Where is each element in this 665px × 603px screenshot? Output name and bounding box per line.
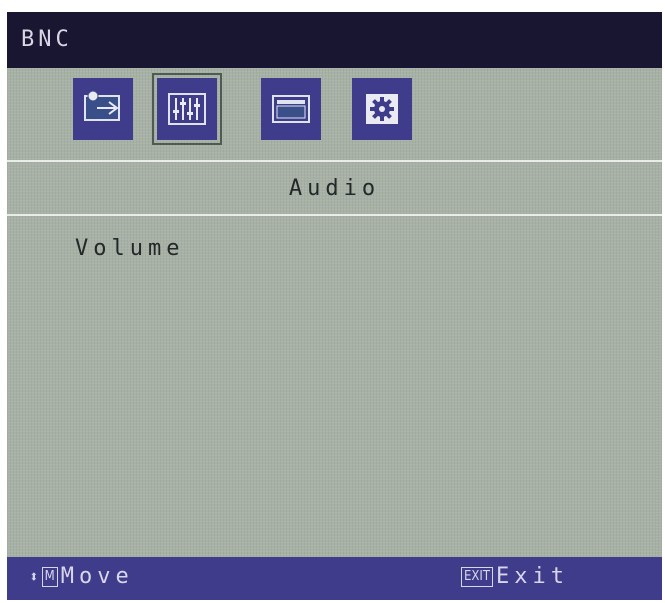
osd-menu: BNC Audio Volume ⬍ M Move EXIT Exit	[7, 12, 662, 600]
footer-exit-hint: EXIT Exit	[461, 564, 569, 589]
divider-top	[7, 160, 662, 162]
divider-bottom	[7, 214, 662, 216]
exit-label: Exit	[496, 564, 569, 589]
move-label: Move	[60, 564, 134, 589]
audio-equalizer-icon	[168, 93, 206, 125]
menu-item-volume[interactable]: Volume	[75, 236, 184, 261]
display-picture-icon	[272, 95, 310, 123]
footer-move-hint: ⬍ M Move	[29, 564, 134, 589]
tab-settings[interactable]	[352, 78, 412, 140]
menu-tab-bar	[7, 68, 662, 162]
exit-key-icon: EXIT	[461, 566, 493, 587]
tab-input-source[interactable]	[73, 78, 133, 140]
settings-gear-icon	[366, 94, 398, 124]
window-title: BNC	[7, 12, 662, 68]
menu-key-icon: M	[41, 566, 58, 587]
section-title: Audio	[288, 176, 381, 201]
up-down-arrow-icon: ⬍	[29, 567, 39, 586]
input-source-icon	[84, 90, 120, 121]
footer-bar: ⬍ M Move EXIT Exit	[7, 557, 662, 600]
tab-audio[interactable]	[152, 73, 222, 145]
tab-display[interactable]	[261, 78, 321, 140]
